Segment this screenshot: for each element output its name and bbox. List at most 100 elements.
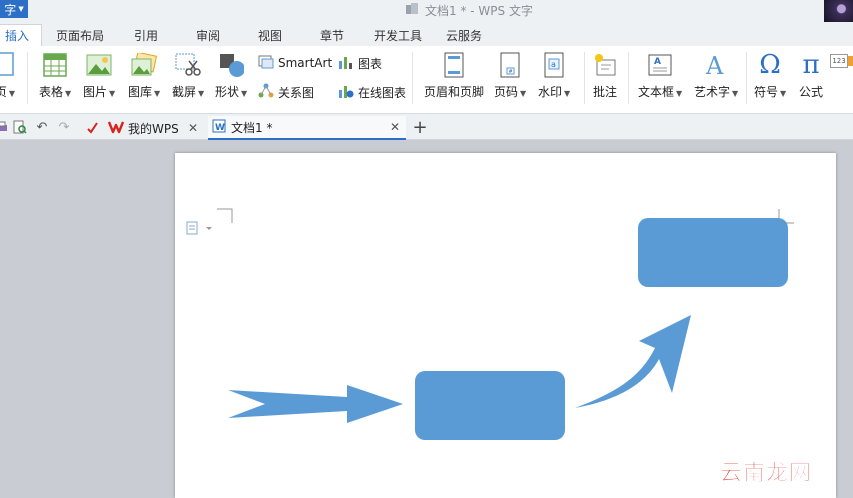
gallery-button[interactable]: 图库 ▼ [128, 52, 160, 100]
window-title-text: 文档1 * - WPS 文字 [425, 3, 533, 18]
page-number-button[interactable]: # 页码 ▼ [494, 52, 526, 100]
omega-icon: Ω [759, 50, 781, 80]
more-icon[interactable] [848, 56, 853, 66]
print-icon[interactable] [0, 119, 10, 135]
relation-diagram-icon [258, 83, 274, 102]
chevron-down-icon: ▼ [109, 89, 116, 98]
document-page[interactable] [175, 153, 836, 498]
smartart-label: SmartArt [278, 56, 333, 70]
svg-text:A: A [654, 57, 661, 67]
doc-tab-my-wps[interactable]: 我的WPS ✕ [104, 116, 204, 140]
online-chart-button[interactable]: 在线图表 [338, 83, 406, 101]
notched-right-arrow-shape[interactable] [228, 385, 403, 423]
chart-button[interactable]: 图表 [338, 54, 382, 72]
shapes-icon [218, 52, 245, 78]
tab-references[interactable]: 引用 [134, 25, 158, 46]
watermark-label: 水印 [538, 85, 563, 99]
user-avatar[interactable] [824, 0, 853, 22]
doc-tab-document1[interactable]: W 文档1 * ✕ [208, 116, 406, 140]
formula-button[interactable]: π 公式 [798, 50, 824, 100]
customize-dropdown-icon[interactable] [84, 119, 100, 135]
redo-icon[interactable]: ↷ [56, 119, 72, 135]
screenshot-label: 截屏 [172, 85, 197, 99]
rounded-rectangle-shape-middle[interactable] [415, 371, 565, 440]
picture-button[interactable]: 图片 ▼ [83, 52, 115, 100]
watermark-button[interactable]: a 水印 ▼ [538, 52, 570, 100]
gallery-label: 图库 [128, 85, 153, 99]
tab-section-label: 章节 [320, 29, 345, 43]
print-preview-icon[interactable] [12, 119, 28, 135]
gallery-icon [131, 52, 158, 78]
chevron-down-icon: ▼ [520, 89, 527, 98]
smartart-icon [258, 55, 274, 72]
page-canvas [186, 208, 794, 440]
wordart-button[interactable]: A 艺术字 ▼ [694, 52, 738, 100]
word-doc-icon: W [212, 119, 226, 136]
paste-options-icon[interactable] [186, 221, 212, 235]
bar-chart-icon [338, 55, 354, 72]
chevron-down-icon: ▼ [732, 89, 739, 98]
page-number-icon: # [497, 52, 523, 78]
comment-label: 批注 [592, 85, 617, 99]
table-label: 表格 [39, 85, 64, 99]
site-watermark-logo: 云南龙网 [720, 461, 813, 487]
app-menu-button[interactable]: 字 ▼ [0, 0, 28, 18]
screenshot-button[interactable]: 截屏 ▼ [172, 52, 204, 100]
header-footer-icon [441, 52, 467, 78]
rounded-rectangle-shape-top[interactable] [638, 218, 788, 287]
online-chart-label: 在线图表 [358, 85, 407, 100]
tab-insert-label: 插入 [5, 29, 30, 43]
doc-tab-my-wps-label: 我的WPS [128, 121, 179, 136]
ribbon-separator [27, 52, 28, 104]
close-icon[interactable]: ✕ [390, 120, 400, 134]
smartart-button[interactable]: SmartArt [258, 54, 332, 72]
scissors-icon [175, 52, 201, 78]
chart-label: 图表 [358, 56, 383, 71]
header-footer-button[interactable]: 页眉和页脚 [424, 52, 484, 100]
wordart-icon: A [703, 52, 729, 78]
document-icon [405, 2, 419, 19]
tab-page-layout[interactable]: 页面布局 [56, 25, 104, 46]
new-tab-plus-icon[interactable]: + [412, 117, 428, 138]
symbol-button[interactable]: Ω 符号 ▼ [754, 50, 786, 100]
comment-icon [592, 52, 618, 78]
table-button[interactable]: 表格 ▼ [39, 52, 71, 100]
svg-text:A: A [705, 52, 724, 78]
formula-label: 公式 [798, 85, 823, 99]
ribbon-separator [746, 52, 747, 104]
page-button[interactable]: 页 ▼ [0, 52, 18, 100]
relation-diagram-button[interactable]: 关系图 [258, 83, 314, 101]
tab-view[interactable]: 视图 [258, 25, 282, 46]
app-menu-label: 字 [4, 2, 17, 17]
close-icon[interactable]: ✕ [188, 121, 198, 135]
number-format-icon[interactable]: 123 [830, 54, 848, 68]
window-title: 文档1 * - WPS 文字 [405, 2, 533, 18]
undo-icon[interactable]: ↶ [34, 119, 50, 135]
online-chart-icon [338, 84, 354, 101]
chevron-down-icon: ▼ [676, 89, 683, 98]
tab-insert[interactable]: 插入 [0, 24, 42, 46]
title-bar: 字 ▼ 文档1 * - WPS 文字 [0, 0, 853, 22]
page-number-label: 页码 [494, 85, 519, 99]
picture-label: 图片 [83, 85, 108, 99]
symbol-label: 符号 [754, 85, 779, 99]
watermark-icon: a [541, 52, 567, 78]
textbox-button[interactable]: A 文本框 ▼ [638, 52, 682, 100]
tab-page-layout-label: 页面布局 [56, 29, 105, 43]
shapes-label: 形状 [215, 85, 240, 99]
chevron-down-icon: ▼ [564, 89, 571, 98]
tab-developer[interactable]: 开发工具 [374, 25, 422, 46]
wps-logo-icon [107, 120, 125, 137]
tab-section[interactable]: 章节 [320, 25, 344, 46]
shapes-button[interactable]: 形状 ▼ [215, 52, 247, 100]
ribbon-tab-bar: 插入 页面布局 引用 审阅 视图 章节 开发工具 云服务 [0, 22, 853, 46]
comment-button[interactable]: 批注 [592, 52, 618, 100]
tab-cloud-services[interactable]: 云服务 [446, 25, 482, 46]
doc-tab-document1-label: 文档1 * [231, 120, 273, 135]
tab-review[interactable]: 审阅 [196, 25, 220, 46]
curved-up-arrow-shape[interactable] [575, 315, 691, 408]
tab-review-label: 审阅 [196, 29, 221, 43]
svg-text:#: # [509, 69, 513, 75]
textbox-label: 文本框 [638, 85, 675, 99]
wordart-label: 艺术字 [694, 85, 731, 99]
